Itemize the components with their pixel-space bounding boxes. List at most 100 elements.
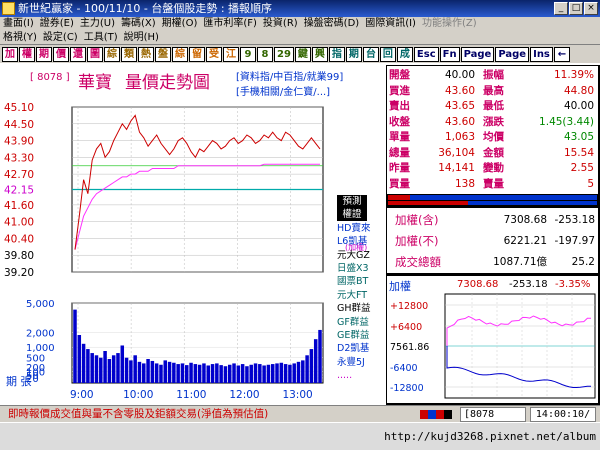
toolbar-button-18[interactable]: 興 <box>311 46 328 62</box>
toolbar-button-12[interactable]: 受 <box>206 46 222 62</box>
menu-futures-options[interactable]: 期權(O) <box>159 17 201 31</box>
warrant-item[interactable]: 預測 <box>337 195 367 208</box>
close-button[interactable]: × <box>584 2 598 15</box>
quote-value: 36,104 <box>438 146 475 159</box>
time-tick-label: 9:00 <box>70 389 94 401</box>
toolbar-button-24[interactable]: Esc <box>413 46 439 62</box>
quote-row: 買進 43.60 最高 44.80 <box>387 84 598 99</box>
toolbar-button-3[interactable]: 價 <box>53 46 69 62</box>
warrant-item[interactable]: 元大FT <box>337 289 385 302</box>
maximize-button[interactable]: □ <box>569 2 583 15</box>
minimize-button[interactable]: _ <box>554 2 568 15</box>
menu-major-players[interactable]: 主力(U) <box>77 17 118 31</box>
quote-row: 買量 138 賣量 5 <box>387 177 598 192</box>
toolbar-button-16[interactable]: 29 <box>274 46 294 62</box>
quote-label: 均價 <box>483 131 504 143</box>
mini-index-label: 加權 <box>389 280 411 293</box>
toolbar-button-17[interactable]: 鍵 <box>294 46 311 62</box>
menu-trading-code[interactable]: 操盤密碼(D) <box>301 17 363 31</box>
quote-label: 昨量 <box>389 162 410 174</box>
menu-screen[interactable]: 畫面(I) <box>0 17 37 31</box>
category-link-2[interactable]: [手機相關/金仁寶/...] <box>236 85 343 100</box>
time-tick-label: 12:00 <box>229 389 259 401</box>
menu-function-ops[interactable]: 功能操作(Z) <box>419 17 480 31</box>
warrant-item[interactable]: GF群益 <box>337 316 385 329</box>
index-value: 6221.21 <box>503 235 547 247</box>
quote-value: 1.45(3.44) <box>539 115 594 128</box>
category-link-1[interactable]: [資料指/中百指/就業99] <box>236 70 343 85</box>
toolbar-button-1[interactable]: 權 <box>19 46 35 62</box>
toolbar-button-8[interactable]: 熱 <box>138 46 154 62</box>
toolbar-button-28[interactable]: Ins <box>530 46 553 62</box>
menu-tools[interactable]: 工具(T) <box>81 31 121 44</box>
toolbar-button-15[interactable]: 8 <box>257 46 273 62</box>
warrant-item[interactable]: L6凱基 <box>337 235 385 248</box>
menu-investment[interactable]: 投資(R) <box>260 17 301 31</box>
toolbar-button-2[interactable]: 期 <box>36 46 52 62</box>
toolbar-button-26[interactable]: Page <box>460 46 495 62</box>
toolbar-button-0[interactable]: 加 <box>2 46 18 62</box>
warrant-item[interactable]: 國票BT <box>337 275 385 288</box>
quote-label: 賣量 <box>483 177 504 190</box>
price-tick-label: 41.00 <box>4 217 34 229</box>
index-panel: 加權(含) 7308.68 -253.18 加權(不) 6221.21 -197.97 成交… <box>387 208 598 273</box>
category-links: [資料指/中百指/就業99] [手機相關/金仁寶/...] <box>236 70 343 100</box>
warrant-item[interactable]: HD寶來 <box>337 222 385 235</box>
quote-value: 15.54 <box>563 146 594 159</box>
warrant-item[interactable]: GE群益 <box>337 329 385 342</box>
index-row: 加權(不) 6221.21 -197.97 <box>387 231 598 251</box>
toolbar-button-29[interactable]: ← <box>553 46 570 62</box>
menu-chips[interactable]: 籌碼(X) <box>118 17 159 31</box>
index-label: 加權(含) <box>395 213 439 227</box>
price-tick-label: 42.15 <box>4 185 34 197</box>
toolbar-button-4[interactable]: 還 <box>70 46 86 62</box>
flag-indicator <box>420 410 452 419</box>
menu-securities[interactable]: 證券(E) <box>37 17 77 31</box>
toolbar-button-27[interactable]: Page <box>495 46 530 62</box>
window-controls: _ □ × <box>554 2 598 15</box>
time-tick-label: 11:00 <box>176 389 206 401</box>
menu-view[interactable]: 格視(Y) <box>0 31 40 44</box>
quote-label: 賣出 <box>389 100 410 112</box>
toolbar-button-11[interactable]: 留 <box>189 46 205 62</box>
toolbar-button-13[interactable]: 江 <box>223 46 239 62</box>
toolbar-button-21[interactable]: 台 <box>362 46 379 62</box>
toolbar-button-23[interactable]: 成 <box>396 46 413 62</box>
toolbar-button-10[interactable]: 綜 <box>172 46 188 62</box>
quote-label: 最低 <box>483 100 504 112</box>
toolbar-button-25[interactable]: Fn <box>439 46 460 62</box>
toolbar-button-7[interactable]: 類 <box>121 46 137 62</box>
quote-value: 40.00 <box>563 100 594 112</box>
warrant-item[interactable]: ..... <box>337 369 385 382</box>
toolbar-button-5[interactable]: 圖 <box>87 46 103 62</box>
toolbar-button-19[interactable]: 指 <box>328 46 345 62</box>
warrant-item[interactable]: 權證 <box>337 208 367 222</box>
status-bar: 即時報價成交值與量不含零股及鉅額交易(淨值為預估值) [8078 14:00:1… <box>0 405 600 422</box>
warrant-item[interactable]: 日盛X3 <box>337 262 385 275</box>
toolbar-button-6[interactable]: 綜 <box>104 46 120 62</box>
toolbar-button-9[interactable]: 盤 <box>155 46 171 62</box>
warrant-item[interactable]: D2凱基 <box>337 342 385 355</box>
quote-row: 單量 1,063 均價 43.05 <box>387 130 598 145</box>
quote-label: 總量 <box>389 146 410 159</box>
index-change: 25.2 <box>571 256 595 268</box>
menu-bar-secondary: 格視(Y) 設定(C) 工具(T) 說明(H) <box>0 31 600 45</box>
quote-value: 2.55 <box>570 162 594 174</box>
volume-axis-label: 期 張 <box>6 375 32 388</box>
quote-label: 金額 <box>483 146 504 159</box>
toolbar-button-22[interactable]: 回 <box>379 46 396 62</box>
warrant-item[interactable]: 元大GZ <box>337 249 385 262</box>
menu-international[interactable]: 國際資訊(I) <box>362 17 419 31</box>
warrant-item[interactable]: GH群益 <box>337 302 385 315</box>
warrant-item[interactable]: 永豐5J <box>337 356 385 369</box>
index-value: 1087.71億 <box>493 256 547 268</box>
notice-text: 即時報價成交值與量不含零股及鉅額交易(淨值為預估值) <box>8 408 269 420</box>
toolbar-button-20[interactable]: 期 <box>345 46 362 62</box>
stock-code-input[interactable]: [8078 <box>460 407 526 422</box>
menu-help[interactable]: 說明(H) <box>121 31 162 44</box>
bid-ask-bar <box>387 194 598 206</box>
quote-label: 買量 <box>389 177 410 190</box>
menu-forex-rates[interactable]: 匯市利率(F) <box>200 17 260 31</box>
menu-settings[interactable]: 設定(C) <box>40 31 81 44</box>
toolbar-button-14[interactable]: 9 <box>240 46 256 62</box>
